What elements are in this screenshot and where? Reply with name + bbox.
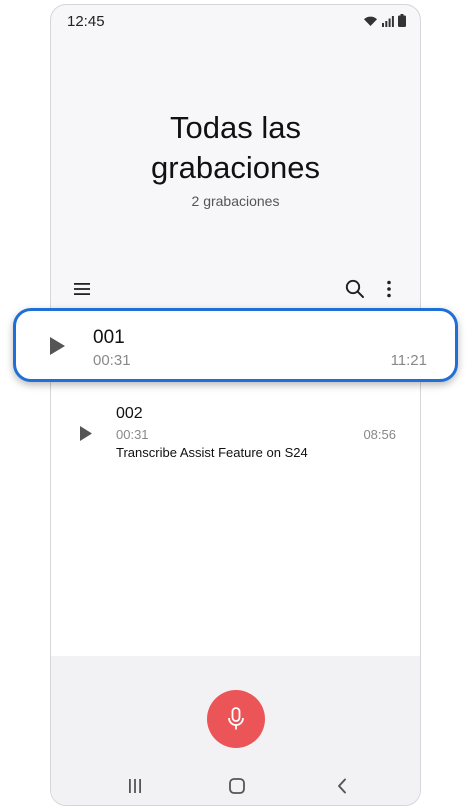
bottom-area [51, 656, 420, 805]
page-title: Todas las grabaciones [51, 108, 420, 188]
recording-name: 001 [93, 327, 125, 348]
play-icon [80, 425, 92, 441]
recording-row-002[interactable]: 002 00:31 08:56 Transcribe Assist Featur… [51, 393, 420, 473]
menu-button[interactable] [68, 275, 96, 303]
home-icon [229, 778, 245, 794]
status-time: 12:45 [67, 13, 105, 30]
recording-description: Transcribe Assist Feature on S24 [116, 445, 308, 460]
more-options-icon [387, 280, 391, 298]
microphone-icon [228, 707, 244, 730]
search-icon [345, 279, 364, 298]
record-button[interactable] [207, 690, 265, 748]
recording-name: 002 [116, 405, 143, 422]
page-title-line-1: Todas las [170, 110, 301, 145]
back-icon [338, 778, 346, 794]
recording-date: 11:21 [390, 352, 427, 369]
back-button[interactable] [330, 774, 354, 798]
play-icon [49, 337, 65, 355]
menu-icon [74, 283, 90, 295]
recordings-count: 2 grabaciones [191, 193, 280, 209]
toolbar [51, 271, 420, 307]
search-button[interactable] [341, 275, 369, 303]
navigation-bar [51, 768, 420, 804]
battery-icon [398, 14, 406, 32]
home-button[interactable] [225, 774, 249, 798]
recent-apps-icon [129, 779, 141, 793]
phone-screen: 12:45 Todas las grabaciones 2 grabacione… [50, 4, 421, 806]
play-button[interactable] [46, 335, 68, 357]
status-bar: 12:45 [51, 5, 420, 37]
play-button[interactable] [75, 422, 97, 444]
recording-duration: 00:31 [93, 352, 131, 369]
signal-icon [382, 14, 394, 32]
highlighted-recording-001[interactable]: 001 00:31 11:21 [13, 308, 458, 382]
page-title-line-2: grabaciones [151, 150, 320, 185]
wifi-icon [363, 14, 378, 32]
recent-apps-button[interactable] [123, 774, 147, 798]
recording-duration: 00:31 [116, 427, 149, 442]
status-icons [363, 14, 406, 32]
more-options-button[interactable] [375, 275, 403, 303]
recording-date: 08:56 [363, 427, 396, 442]
